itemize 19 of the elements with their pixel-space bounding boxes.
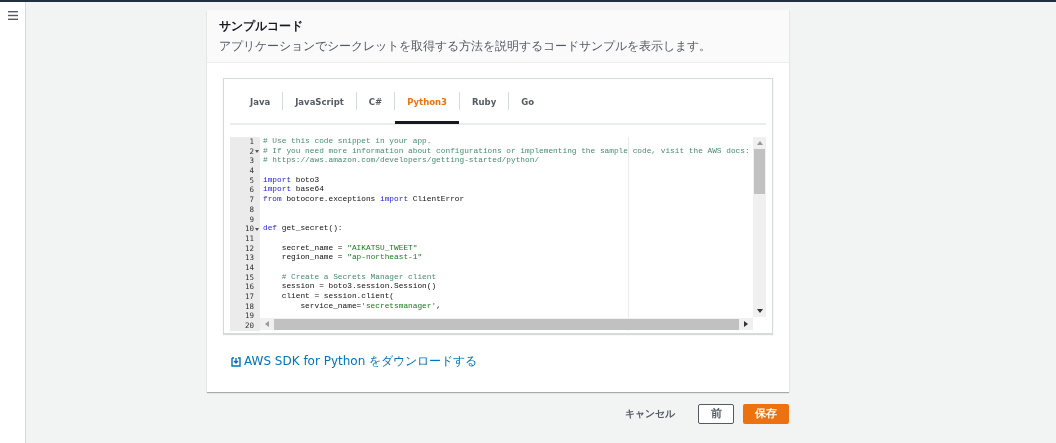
panel-title: サンプルコード: [219, 18, 304, 35]
download-link[interactable]: AWS SDK for Python をダウンロードする: [231, 353, 478, 370]
language-tab[interactable]: Java: [238, 80, 283, 124]
panel-description: アプリケーションでシークレットを取得する方法を説明するコードサンプルを表示します。: [219, 38, 712, 55]
language-tab[interactable]: Go: [509, 80, 547, 124]
menu-icon[interactable]: [7, 11, 18, 20]
previous-button[interactable]: 前: [698, 404, 734, 424]
horizontal-scrollbar[interactable]: [260, 318, 753, 330]
vertical-scrollbar[interactable]: [753, 137, 766, 317]
language-tab[interactable]: C#: [356, 80, 395, 124]
scroll-right-icon[interactable]: [744, 321, 748, 327]
language-tab[interactable]: Ruby: [460, 80, 509, 124]
scrollbar-thumb[interactable]: [754, 149, 765, 194]
fold-icon[interactable]: [255, 227, 259, 231]
fold-icon[interactable]: [255, 150, 259, 154]
cancel-button[interactable]: キャンセル: [619, 407, 681, 421]
language-tab[interactable]: JavaScript: [283, 80, 356, 124]
scroll-down-icon[interactable]: [756, 309, 763, 313]
download-icon: [231, 356, 241, 367]
